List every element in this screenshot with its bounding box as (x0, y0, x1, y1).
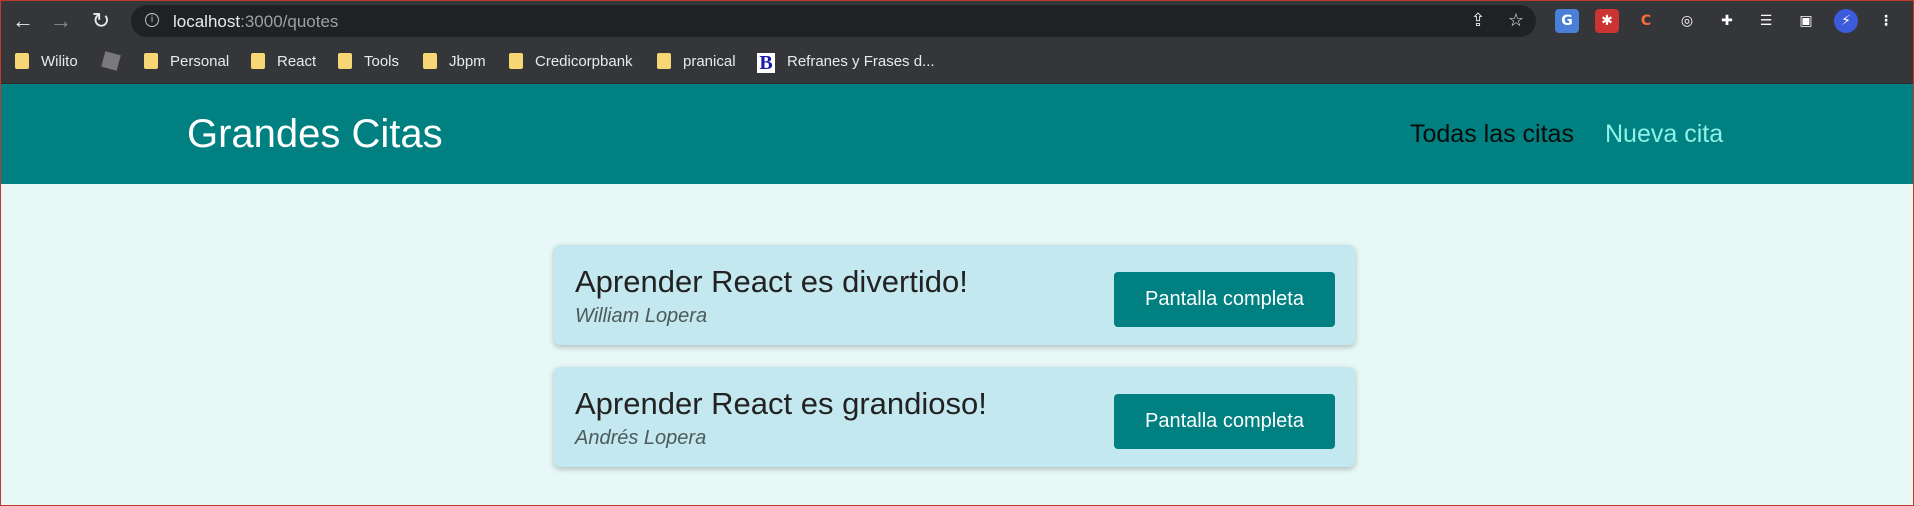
folder-icon (423, 53, 437, 69)
bookmark-personal[interactable]: Personal (144, 52, 229, 72)
bookmark-label: Refranes y Frases d... (787, 53, 935, 70)
folder-icon (509, 53, 523, 69)
info-icon[interactable]: i (145, 13, 159, 27)
translate-icon[interactable]: G (1555, 9, 1579, 33)
folder-icon (251, 53, 265, 69)
bookmark-gray[interactable] (101, 51, 121, 72)
bookmark-label: Tools (364, 53, 400, 70)
profile-avatar[interactable]: ⚡ (1834, 9, 1858, 33)
forward-icon[interactable]: → (47, 7, 75, 35)
address-bar[interactable]: i localhost:3000/quotes ⇪ ☆ (131, 5, 1536, 37)
bookmark-pranical[interactable]: pranical (657, 52, 736, 72)
quote-text: Aprender React es divertido! (575, 264, 968, 299)
quote-author: William Lopera (575, 305, 708, 327)
bookmark-label: React (277, 53, 317, 70)
bookmark-react[interactable]: React (251, 52, 316, 72)
bookmark-credicorpbank[interactable]: Credicorpbank (509, 52, 633, 72)
bookmark-label: Personal (170, 53, 230, 70)
bookmark-label: Jbpm (449, 53, 486, 70)
extension-red-icon[interactable]: ✱ (1595, 9, 1619, 33)
refranes-favicon-icon: B (757, 53, 775, 73)
folder-icon (144, 53, 158, 69)
url-host: localhost (173, 12, 241, 31)
extension-icon[interactable]: ✚ (1715, 9, 1739, 33)
reload-icon[interactable]: ↻ (87, 7, 115, 35)
bookmarks-bar: Wilito Personal React Tools Jbpm Credico… (1, 40, 1913, 84)
back-icon[interactable]: ← (9, 7, 37, 35)
folder-icon (657, 53, 671, 69)
app-header: Grandes Citas Todas las citas Nueva cita (1, 84, 1913, 184)
bookmark-refranes[interactable]: B Refranes y Frases d... (757, 52, 935, 73)
folder-icon (15, 53, 29, 69)
target-icon[interactable]: ◎ (1675, 9, 1699, 33)
bookmark-wilito[interactable]: Wilito (15, 52, 78, 72)
bookmark-label: pranical (683, 53, 736, 70)
bookmark-label: Wilito (41, 53, 78, 70)
star-icon[interactable]: ☆ (1505, 10, 1527, 32)
bookmark-jbpm[interactable]: Jbpm (423, 52, 486, 72)
reading-list-icon[interactable]: ☰ (1754, 9, 1778, 33)
app-title: Grandes Citas (187, 112, 443, 156)
url-text[interactable]: localhost:3000/quotes (173, 12, 338, 32)
quote-text: Aprender React es grandioso! (575, 386, 987, 421)
kebab-menu-icon[interactable]: ⋮ (1874, 9, 1898, 33)
url-path: :3000/quotes (240, 12, 339, 31)
bookmark-favicon-icon (101, 51, 121, 71)
nav-all-quotes[interactable]: Todas las citas (1410, 120, 1574, 149)
browser-toolbar: ← → ↻ i localhost:3000/quotes ⇪ ☆ G ✱ C … (1, 1, 1913, 40)
folder-icon (338, 53, 352, 69)
fullscreen-button[interactable]: Pantalla completa (1114, 272, 1335, 327)
quote-card: Aprender React es divertido! William Lop… (554, 245, 1355, 345)
fullscreen-button[interactable]: Pantalla completa (1114, 394, 1335, 449)
nav-new-quote[interactable]: Nueva cita (1605, 120, 1723, 149)
share-icon[interactable]: ⇪ (1467, 10, 1489, 32)
quote-author: Andrés Lopera (575, 427, 707, 449)
extension-c-icon[interactable]: C (1634, 9, 1658, 33)
quote-card: Aprender React es grandioso! Andrés Lope… (554, 367, 1355, 467)
bookmark-label: Credicorpbank (535, 53, 633, 70)
sidepanel-icon[interactable]: ▣ (1794, 9, 1818, 33)
bookmark-tools[interactable]: Tools (338, 52, 399, 72)
